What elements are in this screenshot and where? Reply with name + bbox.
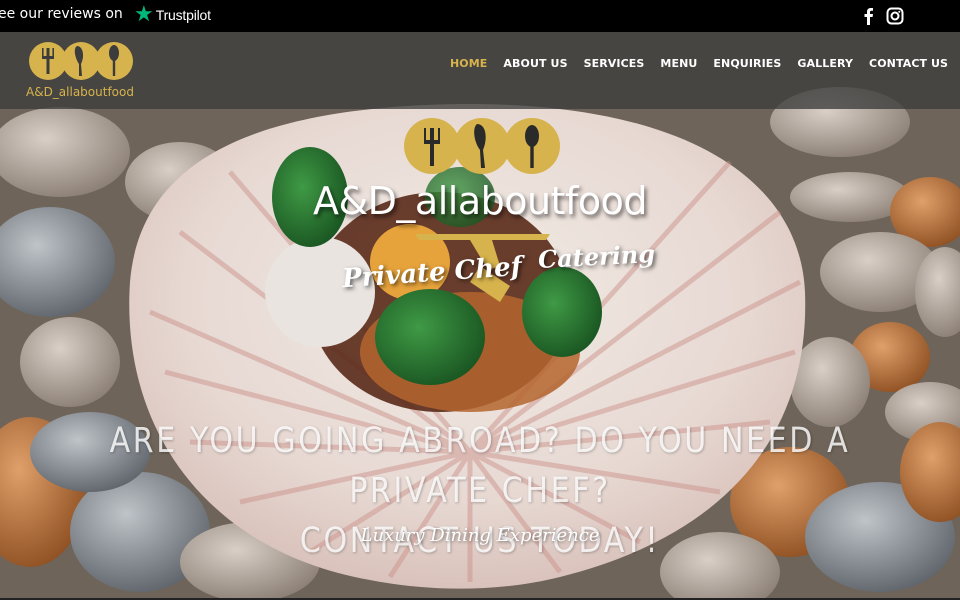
trustpilot-label: Trustpilot [155, 7, 211, 23]
nav-brand: A&D_allaboutfood [26, 85, 134, 99]
trustpilot-star-icon: ★ [134, 2, 154, 27]
hero-headline-line1: ARE YOU GOING ABROAD? DO YOU NEED A PRIV… [109, 421, 851, 511]
nav-item-services[interactable]: SERVICES [576, 57, 653, 70]
nav-logo[interactable]: A&D_allaboutfood [26, 40, 136, 104]
facebook-icon[interactable] [860, 7, 878, 25]
cutlery-logo-icon [29, 42, 133, 80]
main-nav: A&D_allaboutfood HOME ABOUT US SERVICES … [0, 32, 960, 109]
nav-item-enquiries[interactable]: ENQUIRIES [705, 57, 789, 70]
nav-menu: HOME ABOUT US SERVICES MENU ENQUIRIES GA… [450, 57, 956, 70]
nav-item-about-us[interactable]: ABOUT US [495, 57, 575, 70]
nav-item-menu[interactable]: MENU [652, 57, 705, 70]
top-bar: ee our reviews on ★ Trustpilot [0, 0, 960, 32]
hero-brand: A&D_allaboutfood [313, 179, 647, 223]
nav-item-home[interactable]: HOME [450, 57, 495, 70]
instagram-icon[interactable] [886, 7, 904, 25]
trustpilot-link[interactable]: ★ Trustpilot [134, 4, 211, 26]
nav-item-gallery[interactable]: GALLERY [789, 57, 861, 70]
hero-tagline: Luxury Dining Experience [360, 525, 600, 546]
review-text: ee our reviews on [0, 6, 123, 22]
hero-catering-label: Catering [537, 238, 656, 275]
nav-item-contact-us[interactable]: CONTACT US [861, 57, 956, 70]
hero-section: A&D_allaboutfood HOME ABOUT US SERVICES … [0, 32, 960, 598]
